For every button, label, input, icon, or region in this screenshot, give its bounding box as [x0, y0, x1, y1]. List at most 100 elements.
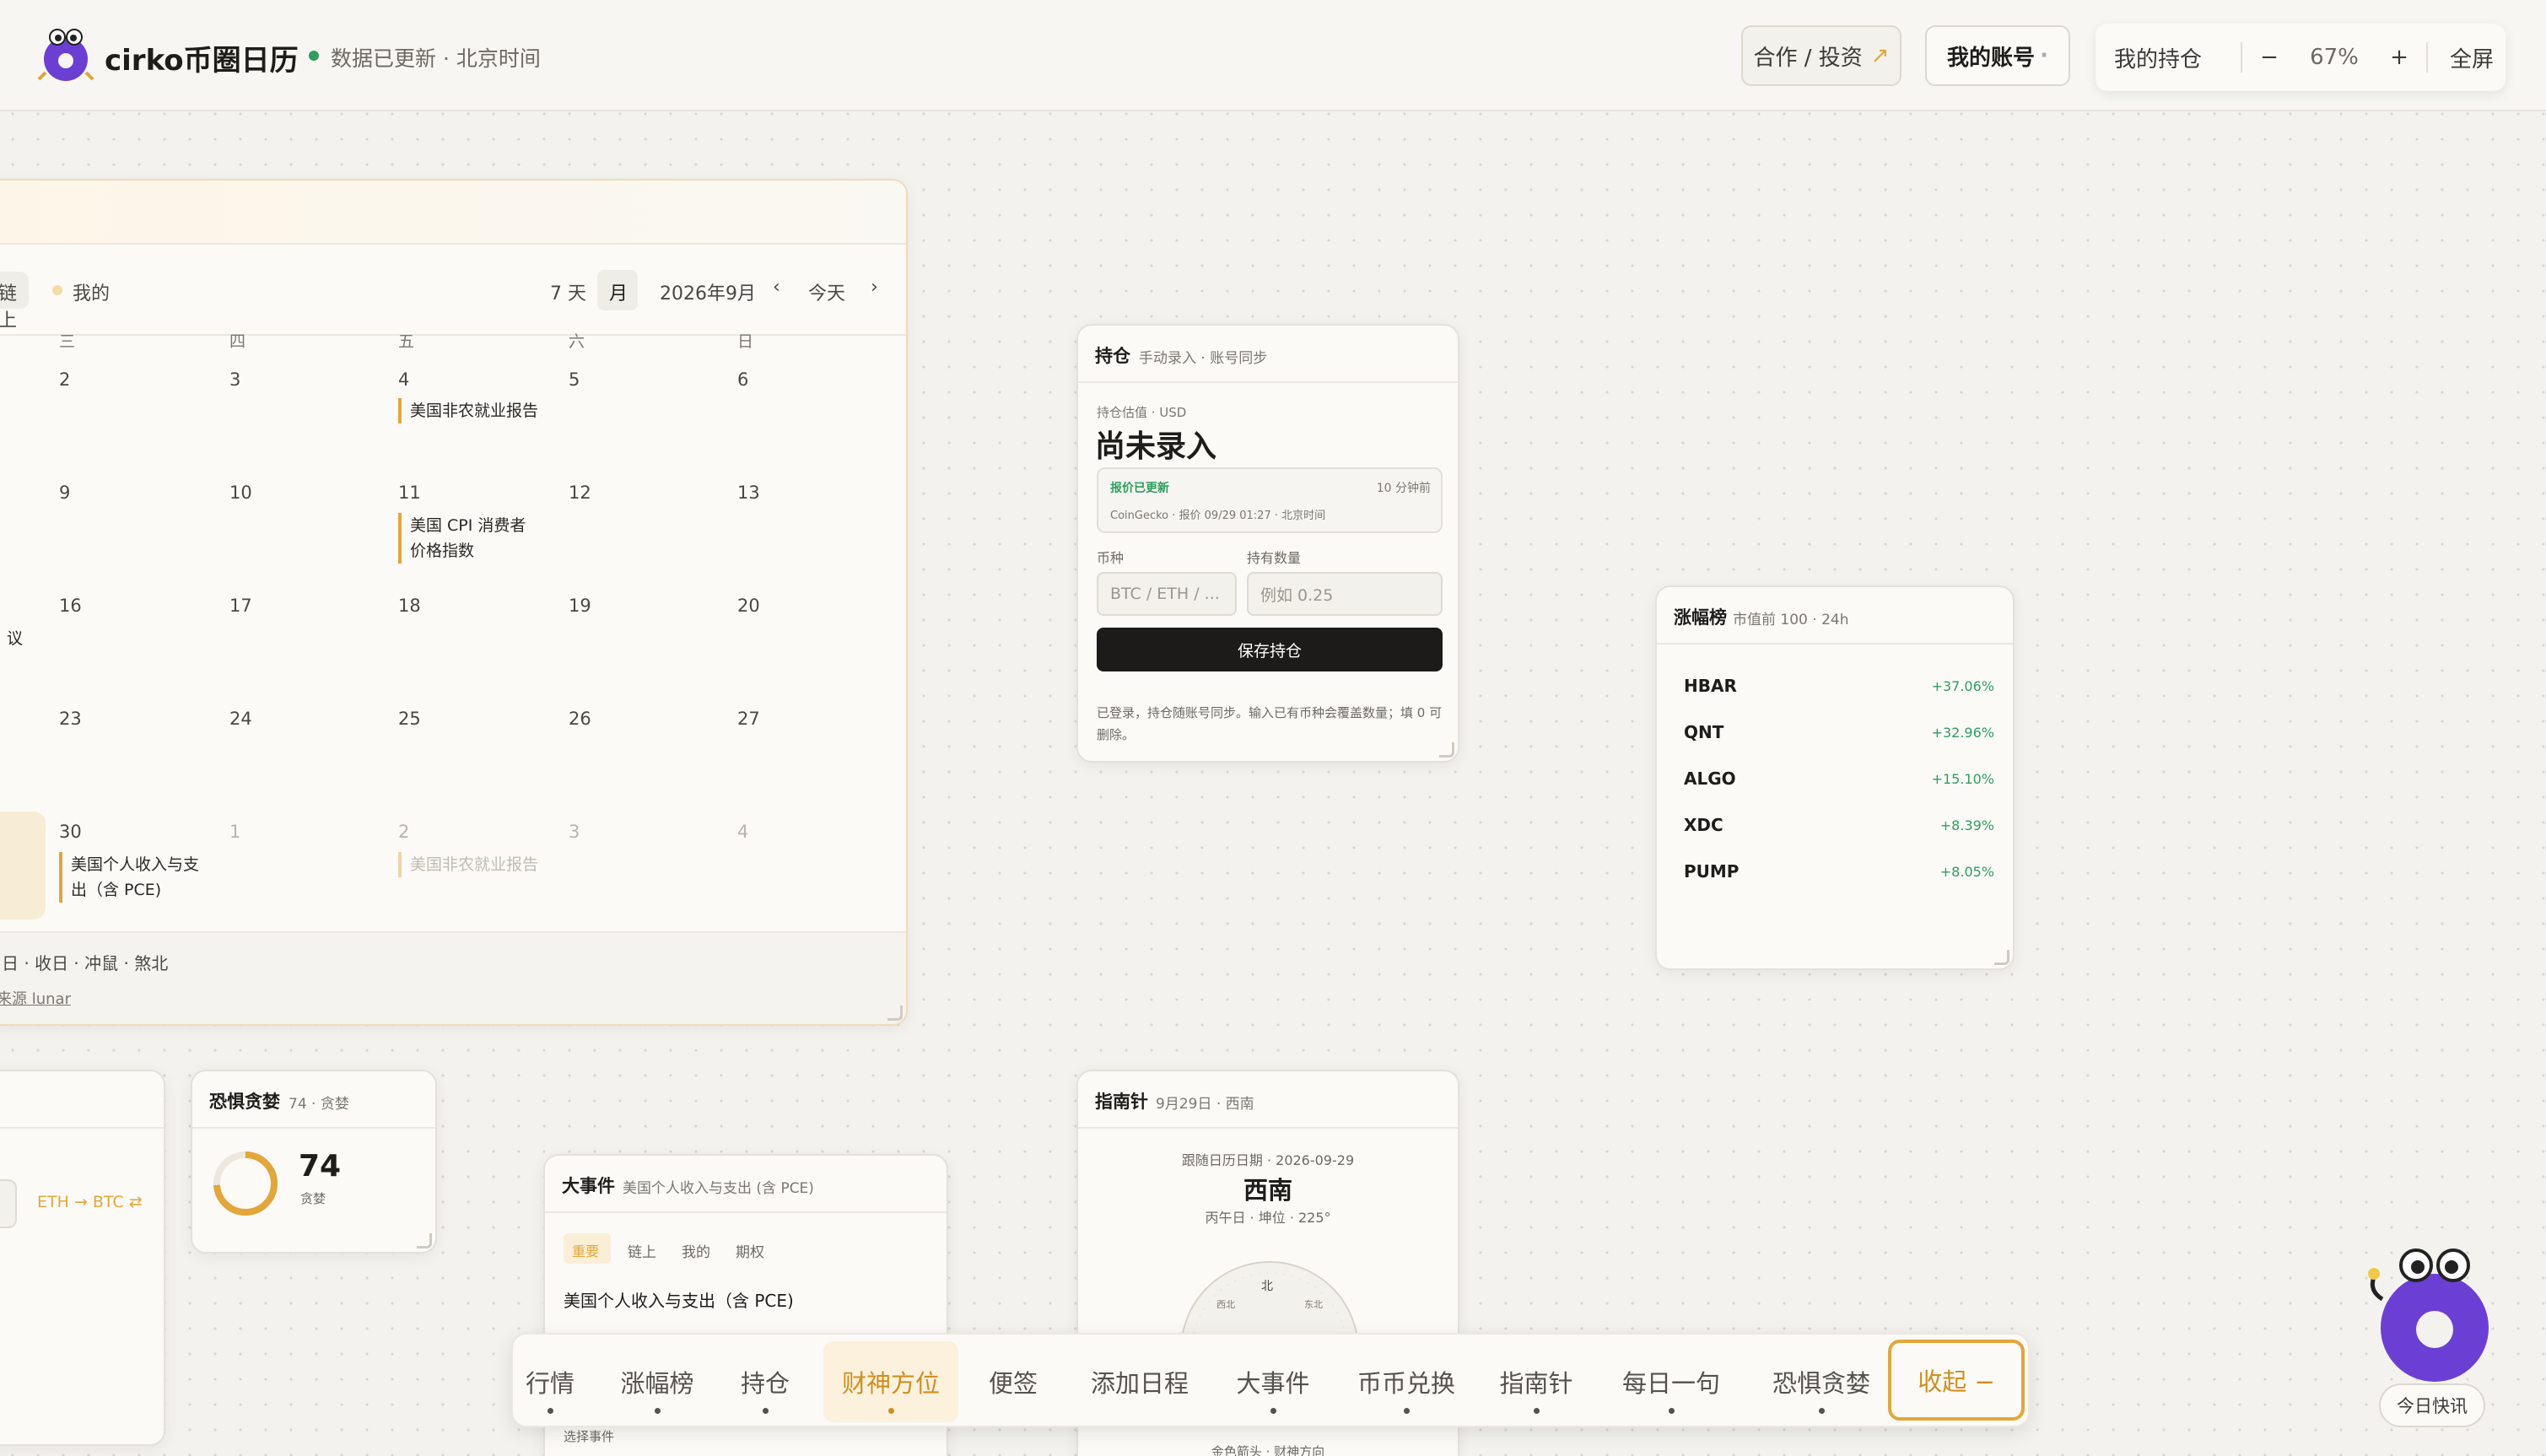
dock-item-fear-greed[interactable]: 恐惧贪婪: [1758, 1335, 1885, 1429]
dock-item-wealth-direction[interactable]: 财神方位: [823, 1341, 958, 1422]
day-cell[interactable]: 26: [569, 709, 591, 729]
mine-dot-icon: [52, 285, 62, 295]
dock-item-label: 添加日程: [1090, 1369, 1189, 1398]
my-account-button[interactable]: 我的账号 ·: [1925, 25, 2070, 86]
filter-onchain-label: 链上: [0, 283, 18, 332]
gainer-row[interactable]: XDC +8.39%: [1684, 802, 1994, 848]
dock-item-events[interactable]: 大事件: [1227, 1335, 1319, 1429]
event-pce-line1: 美国个人收入与支: [71, 855, 200, 874]
dock-item-holdings[interactable]: 持仓: [727, 1335, 803, 1429]
day-cell[interactable]: 9: [59, 483, 70, 503]
dock-collapse-button[interactable]: 收起 −: [1888, 1340, 2025, 1421]
dock-item-swap[interactable]: 币币兑换: [1343, 1335, 1470, 1429]
today-news-label: 今日快讯: [2397, 1396, 2468, 1416]
day-cell[interactable]: 13: [737, 483, 760, 503]
day-cell[interactable]: 11: [398, 483, 421, 503]
day-cell[interactable]: 24: [229, 709, 252, 729]
mascot-icon[interactable]: [2364, 1240, 2506, 1389]
filter-onchain-chip[interactable]: 链上: [0, 272, 29, 332]
tab-mine[interactable]: 我的: [682, 1240, 710, 1261]
today-button[interactable]: 今天: [808, 278, 845, 305]
resize-grip-icon[interactable]: [887, 1006, 903, 1021]
event-cpi-line1: 美国 CPI 消费者: [410, 516, 526, 535]
my-holdings-button[interactable]: 我的持仓: [2114, 42, 2241, 73]
event-cpi[interactable]: 美国 CPI 消费者 价格指数: [398, 513, 526, 564]
day-cell[interactable]: 2: [59, 369, 70, 390]
zoom-in-button[interactable]: +: [2372, 45, 2426, 70]
dock-item-market[interactable]: 行情: [513, 1335, 587, 1429]
day-cell[interactable]: 16: [59, 596, 82, 616]
day-cell[interactable]: 17: [229, 596, 252, 616]
day-cell[interactable]: 3: [569, 822, 580, 842]
view-7-days-button[interactable]: 7 天: [550, 278, 586, 305]
day-cell[interactable]: 4: [398, 369, 409, 390]
data-status-text: 数据已更新 · 北京时间: [331, 46, 541, 71]
day-cell[interactable]: 2: [398, 822, 409, 842]
next-month-button[interactable]: ›: [871, 277, 878, 298]
event-fragment[interactable]: 议: [7, 626, 23, 649]
gainer-change: +32.96%: [1931, 724, 1994, 741]
dock-item-label: 持仓: [740, 1369, 790, 1398]
gainer-row[interactable]: HBAR +37.06%: [1684, 663, 1994, 709]
gainer-row[interactable]: ALGO +15.10%: [1684, 756, 1994, 801]
day-cell[interactable]: 10: [229, 483, 252, 503]
day-cell[interactable]: 23: [59, 709, 82, 729]
my-account-label: 我的账号: [1947, 45, 2036, 71]
dock-indicator-dot: [655, 1408, 661, 1414]
dock-item-label: 币币兑换: [1357, 1369, 1455, 1398]
gainer-symbol: XDC: [1684, 815, 1723, 835]
event-pce[interactable]: 美国个人收入与支 出（含 PCE): [59, 852, 199, 903]
partner-invest-button[interactable]: 合作 / 投资 ↗: [1741, 25, 1901, 86]
zoom-out-button[interactable]: −: [2242, 45, 2296, 70]
dock-item-gainers[interactable]: 涨幅榜: [611, 1335, 704, 1429]
dock-item-daily-quote[interactable]: 每日一句: [1608, 1335, 1734, 1429]
swap-pair-button[interactable]: ETH → BTC ⇄: [37, 1193, 143, 1211]
event-pce-line2: 出（含 PCE): [71, 881, 162, 899]
day-cell[interactable]: 12: [569, 483, 591, 503]
resize-grip-icon[interactable]: [1994, 950, 2009, 965]
dock-item-label: 恐惧贪婪: [1772, 1369, 1870, 1398]
view-month-button[interactable]: 月: [597, 270, 638, 310]
event-nfp[interactable]: 美国非农就业报告: [398, 398, 538, 423]
day-cell[interactable]: 27: [737, 709, 760, 729]
qty-input[interactable]: 例如 0.25: [1247, 572, 1443, 616]
filter-mine-chip[interactable]: 我的: [73, 278, 110, 305]
save-holdings-button[interactable]: 保存持仓: [1097, 628, 1443, 671]
swap-input[interactable]: [0, 1179, 17, 1228]
select-event-label: 选择事件: [564, 1429, 615, 1444]
coin-input[interactable]: BTC / ETH / ...: [1097, 572, 1237, 616]
dock-item-compass[interactable]: 指南针: [1490, 1335, 1583, 1429]
day-cell[interactable]: 20: [737, 596, 760, 616]
dock-item-label: 涨幅榜: [620, 1369, 694, 1398]
day-cell[interactable]: 25: [398, 709, 421, 729]
day-cell[interactable]: 30: [59, 822, 82, 842]
gainer-row[interactable]: QNT +32.96%: [1684, 709, 1994, 755]
resize-grip-icon[interactable]: [1439, 742, 1454, 758]
dock-indicator-dot: [1819, 1408, 1825, 1414]
fullscreen-button[interactable]: 全屏: [2450, 42, 2494, 73]
tab-onchain[interactable]: 链上: [628, 1240, 656, 1261]
tab-options[interactable]: 期权: [736, 1240, 764, 1261]
day-cell[interactable]: 4: [737, 822, 748, 842]
event-nfp-next[interactable]: 美国非农就业报告: [398, 852, 538, 877]
day-cell[interactable]: 3: [229, 369, 240, 390]
swap-card: ETH → BTC ⇄: [0, 1070, 165, 1446]
day-cell[interactable]: 6: [737, 369, 748, 390]
day-cell[interactable]: 18: [398, 596, 421, 616]
day-cell[interactable]: 1: [229, 822, 240, 842]
prev-month-button[interactable]: ‹: [773, 277, 780, 298]
day-cell[interactable]: 19: [569, 596, 591, 616]
dock-item-notes[interactable]: 便签: [975, 1335, 1051, 1429]
tab-important[interactable]: 重要: [564, 1233, 611, 1264]
today-news-button[interactable]: 今日快讯: [2379, 1383, 2485, 1427]
day-cell[interactable]: 5: [569, 369, 580, 390]
gainer-row[interactable]: PUMP +8.05%: [1684, 849, 1994, 894]
resize-grip-icon[interactable]: [417, 1233, 432, 1248]
dock-item-label: 财神方位: [841, 1369, 940, 1398]
dock-item-add-schedule[interactable]: 添加日程: [1076, 1335, 1203, 1429]
dock-item-label: 便签: [988, 1369, 1038, 1398]
holdings-subtitle: 手动录入 · 账号同步: [1139, 350, 1268, 367]
lunar-source-link[interactable]: 来源 lunar: [0, 987, 71, 1009]
partner-invest-label: 合作 / 投资: [1753, 45, 1863, 71]
gainers-title: 涨幅榜: [1674, 607, 1727, 628]
